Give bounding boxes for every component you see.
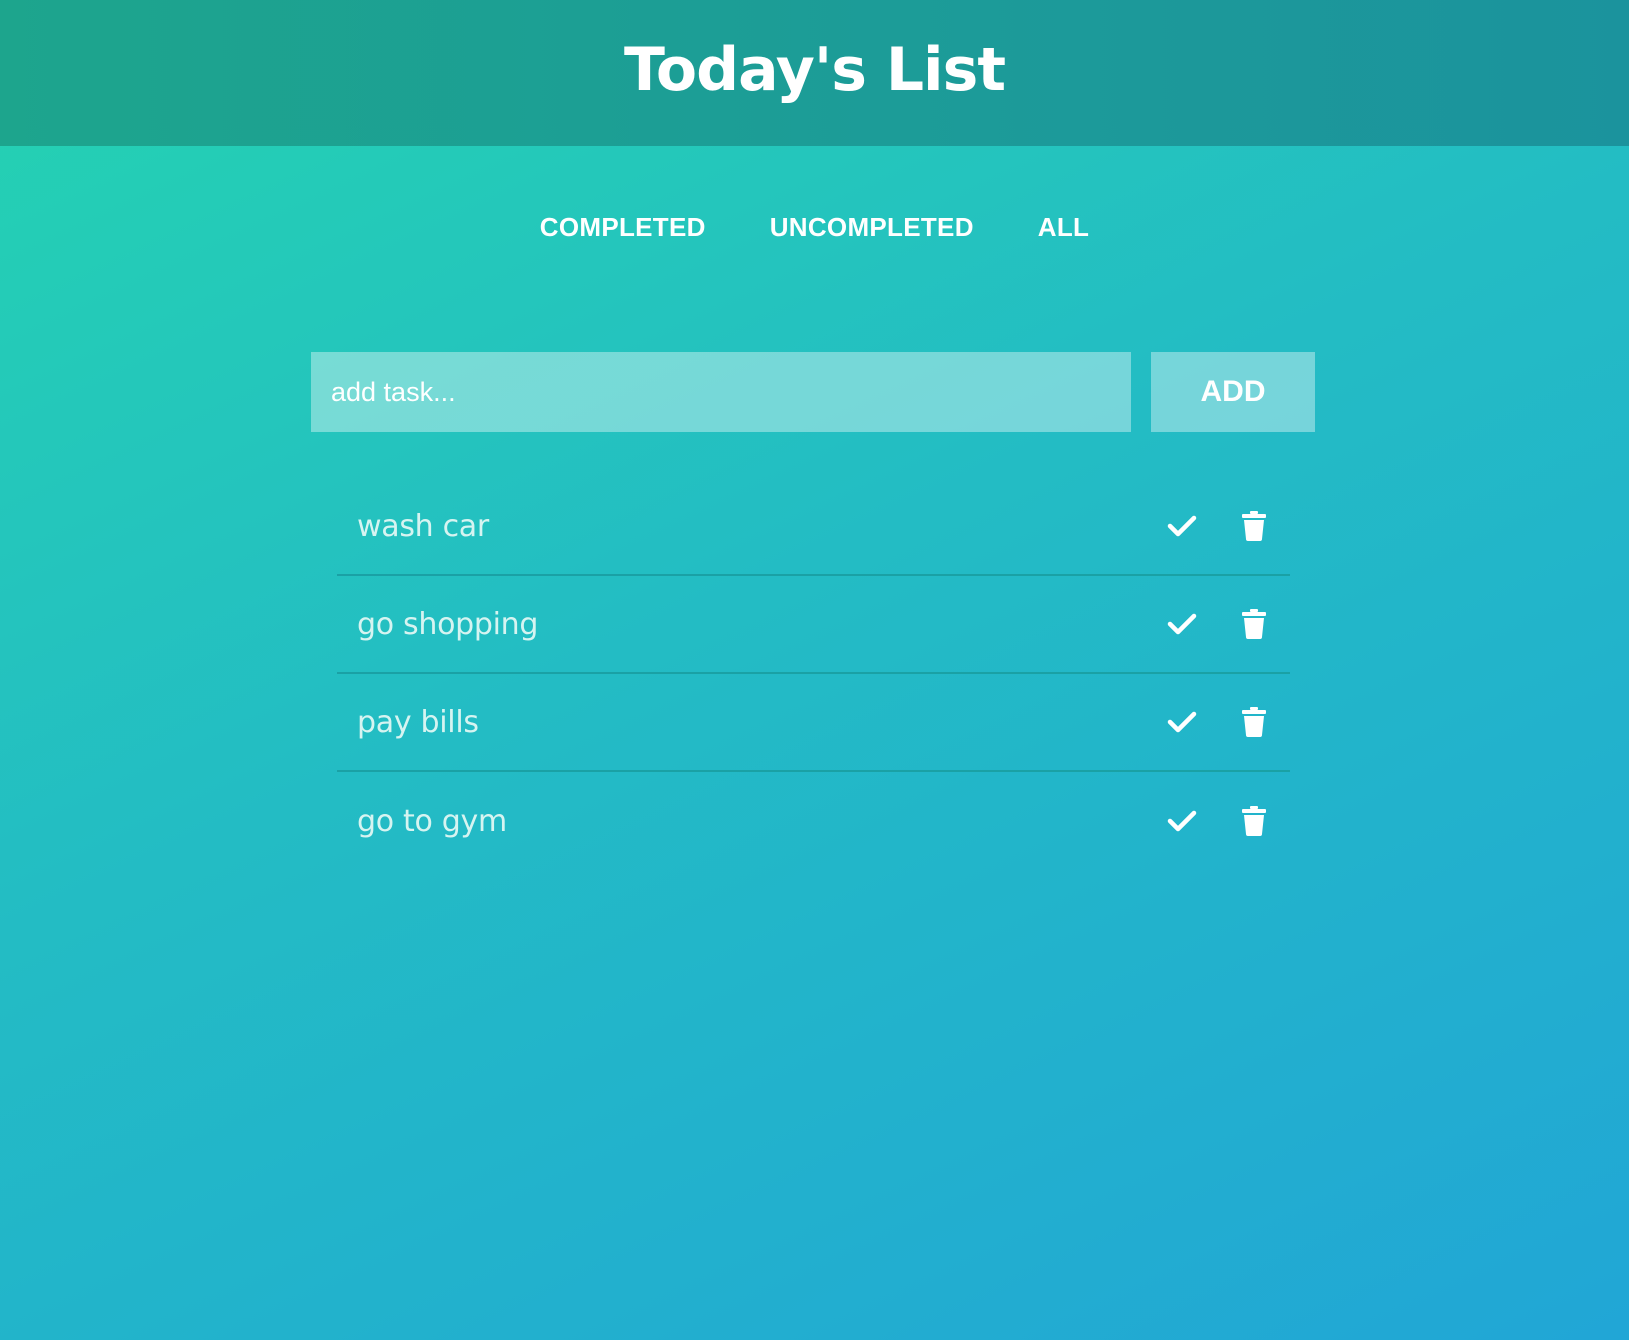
- task-item: go to gym: [337, 772, 1290, 870]
- task-text: wash car: [357, 508, 489, 544]
- app-header: Today's List: [0, 0, 1629, 146]
- check-icon[interactable]: [1166, 510, 1198, 542]
- task-item: pay bills: [337, 674, 1290, 772]
- filter-uncompleted[interactable]: UNCOMPLETED: [770, 212, 974, 243]
- task-actions: [1166, 706, 1270, 738]
- task-text: go shopping: [357, 606, 539, 642]
- task-list: wash car go shopping pay bills go to gym: [337, 478, 1290, 870]
- check-icon[interactable]: [1166, 706, 1198, 738]
- trash-icon[interactable]: [1238, 805, 1270, 837]
- task-text: go to gym: [357, 803, 507, 839]
- task-actions: [1166, 510, 1270, 542]
- task-actions: [1166, 805, 1270, 837]
- task-item: wash car: [337, 478, 1290, 576]
- filter-bar: COMPLETED UNCOMPLETED ALL: [0, 212, 1629, 243]
- filter-all[interactable]: ALL: [1038, 212, 1089, 243]
- add-button[interactable]: ADD: [1151, 352, 1315, 432]
- trash-icon[interactable]: [1238, 706, 1270, 738]
- check-icon[interactable]: [1166, 608, 1198, 640]
- trash-icon[interactable]: [1238, 510, 1270, 542]
- task-actions: [1166, 608, 1270, 640]
- task-item: go shopping: [337, 576, 1290, 674]
- add-task-form: ADD: [311, 352, 1315, 432]
- trash-icon[interactable]: [1238, 608, 1270, 640]
- task-input[interactable]: [311, 352, 1131, 432]
- check-icon[interactable]: [1166, 805, 1198, 837]
- task-text: pay bills: [357, 704, 479, 740]
- filter-completed[interactable]: COMPLETED: [540, 212, 706, 243]
- page-title: Today's List: [623, 35, 1006, 105]
